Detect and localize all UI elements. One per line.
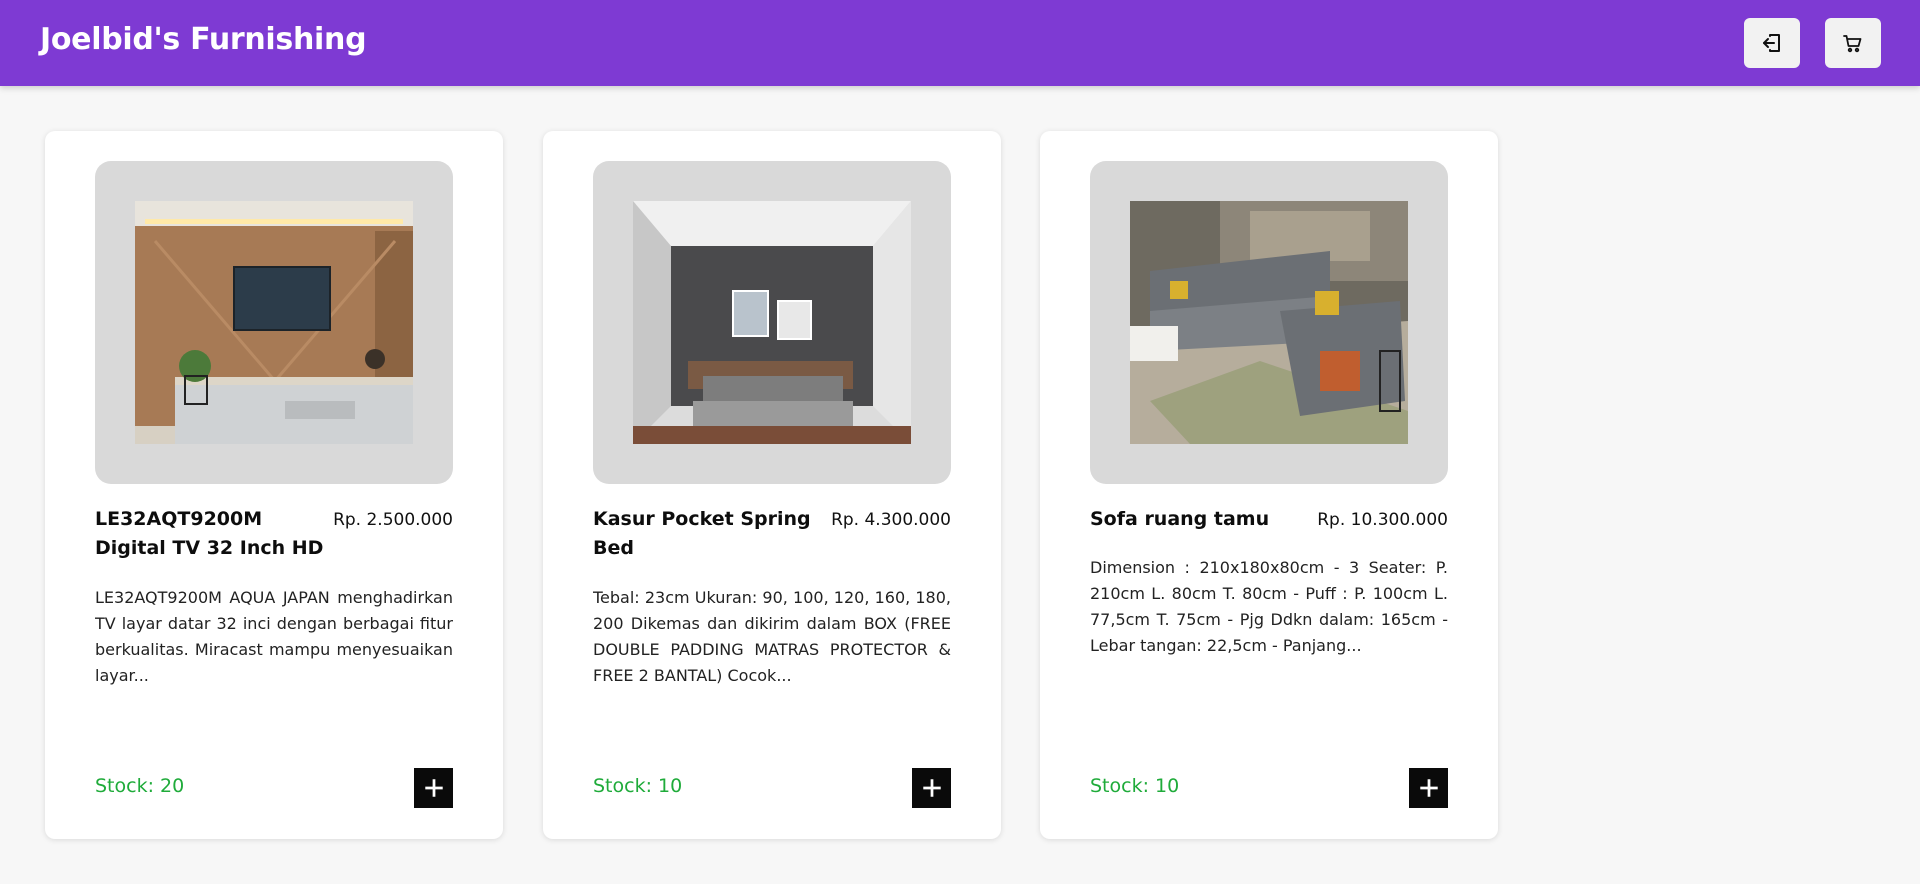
brand-title[interactable]: Joelbid's Furnishing [40,22,367,57]
product-description: LE32AQT9200M AQUA JAPAN menghadirkan TV … [95,588,453,685]
product-card: LE32AQT9200M Digital TV 32 Inch HD Rp. 2… [45,131,503,839]
product-image-frame [1090,161,1448,484]
product-price: Rp. 10.300.000 [1317,510,1448,530]
plus-icon [922,779,941,797]
product-card: Sofa ruang tamu Rp. 10.300.000 Dimension… [1040,131,1498,839]
product-name[interactable]: LE32AQT9200M Digital TV 32 Inch HD [95,505,325,563]
add-to-cart-button[interactable] [912,768,951,808]
product-price: Rp. 4.300.000 [831,510,951,530]
product-stock: Stock: 20 [95,775,185,797]
product-price: Rp. 2.500.000 [333,510,453,530]
cart-icon [1843,35,1862,53]
tv-room-photo[interactable] [135,201,413,444]
product-card: Kasur Pocket Spring Bed Rp. 4.300.000 Te… [543,131,1001,839]
product-description: Dimension : 210x180x80cm - 3 Seater: P. … [1090,558,1448,655]
login-button[interactable] [1744,18,1800,68]
bedroom-photo[interactable] [633,201,911,444]
sofa-photo[interactable] [1130,201,1408,444]
product-name[interactable]: Kasur Pocket Spring Bed [593,505,823,563]
plus-icon [1419,779,1438,797]
product-image-frame [95,161,453,484]
product-image-frame [593,161,951,484]
add-to-cart-button[interactable] [414,768,453,808]
product-stock: Stock: 10 [1090,775,1180,797]
product-name[interactable]: Sofa ruang tamu [1090,505,1320,534]
top-navbar: Joelbid's Furnishing [0,0,1920,86]
product-description: Tebal: 23cm Ukuran: 90, 100, 120, 160, 1… [593,588,951,685]
plus-icon [424,779,443,797]
add-to-cart-button[interactable] [1409,768,1448,808]
login-icon [1763,34,1780,52]
product-stock: Stock: 10 [593,775,683,797]
cart-button[interactable] [1825,18,1881,68]
